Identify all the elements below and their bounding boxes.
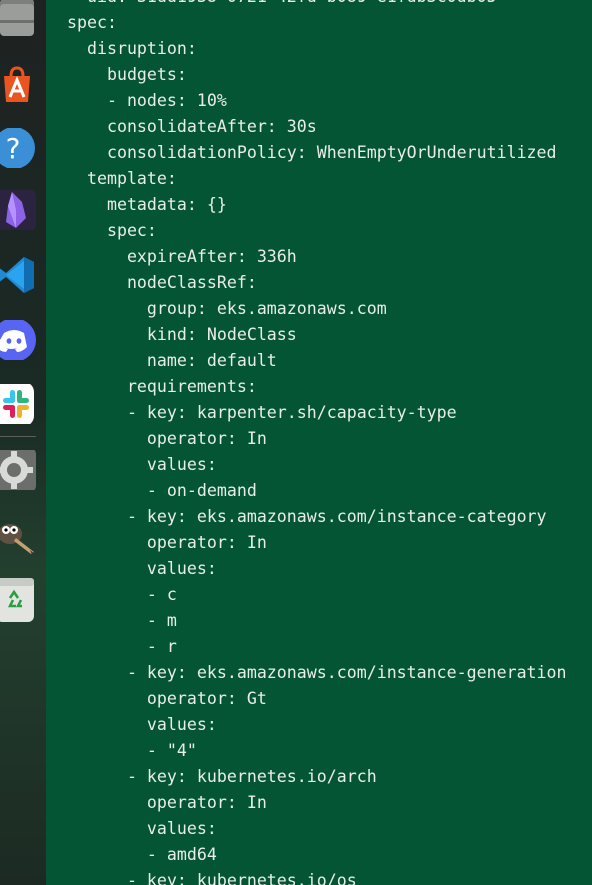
terminal-line: nodeClassRef: [67,273,257,292]
terminal-line: - "4" [67,741,197,760]
terminal-window[interactable]: uid: 31dd1938-0721-42fd-b089-e1fdb3c0db0… [46,0,592,885]
terminal-line: kind: NodeClass [67,325,297,344]
terminal-line: requirements: [67,377,257,396]
terminal-line: name: default [67,351,277,370]
files-icon[interactable] [0,0,36,38]
terminal-line: consolidationPolicy: WhenEmptyOrUnderuti… [67,143,557,162]
terminal-line: values: [67,715,217,734]
terminal-line: metadata: {} [67,195,227,214]
dock: ? [0,0,46,885]
discord-icon[interactable] [0,320,36,360]
terminal-line: - amd64 [67,845,217,864]
terminal-line: operator: In [67,533,267,552]
gimp-icon[interactable] [0,516,36,556]
terminal-line: - key: kubernetes.io/os [67,871,357,885]
terminal-line: - on-demand [67,481,257,500]
trash-icon[interactable] [0,578,36,622]
terminal-line: - key: kubernetes.io/arch [67,767,377,786]
terminal-line: expireAfter: 336h [67,247,297,266]
terminal-line: values: [67,455,217,474]
help-icon[interactable]: ? [0,128,36,168]
slack-icon[interactable] [0,384,36,424]
terminal-line: - nodes: 10% [67,91,227,110]
terminal-line: budgets: [67,65,187,84]
vscode-icon[interactable] [0,255,36,295]
terminal-line: - m [67,611,177,630]
app-center-icon[interactable] [0,64,36,104]
terminal-line: operator: In [67,793,267,812]
terminal-line: spec: [67,221,157,240]
terminal-line: - c [67,585,177,604]
terminal-line: operator: In [67,429,267,448]
terminal-line: disruption: [67,39,197,58]
terminal-line: uid: 31dd1938-0721-42fd-b089-e1fdb3c0db0… [67,0,567,10]
yaml-output: uid: 31dd1938-0721-42fd-b089-e1fdb3c0db0… [67,0,567,885]
terminal-line: values: [67,819,217,838]
terminal-line: spec: [67,13,117,32]
terminal-line: consolidateAfter: 30s [67,117,317,136]
terminal-line: - key: eks.amazonaws.com/instance-catego… [67,507,547,526]
terminal-line: values: [67,559,217,578]
terminal-line: group: eks.amazonaws.com [67,299,387,318]
terminal-line: template: [67,169,177,188]
svg-text:?: ? [6,132,21,165]
settings-icon[interactable] [0,450,36,490]
terminal-line: - key: karpenter.sh/capacity-type [67,403,457,422]
dock-separator [0,436,36,437]
obsidian-icon[interactable] [0,190,36,230]
terminal-line: - r [67,637,177,656]
terminal-line: operator: Gt [67,689,267,708]
terminal-line: - key: eks.amazonaws.com/instance-genera… [67,663,567,682]
